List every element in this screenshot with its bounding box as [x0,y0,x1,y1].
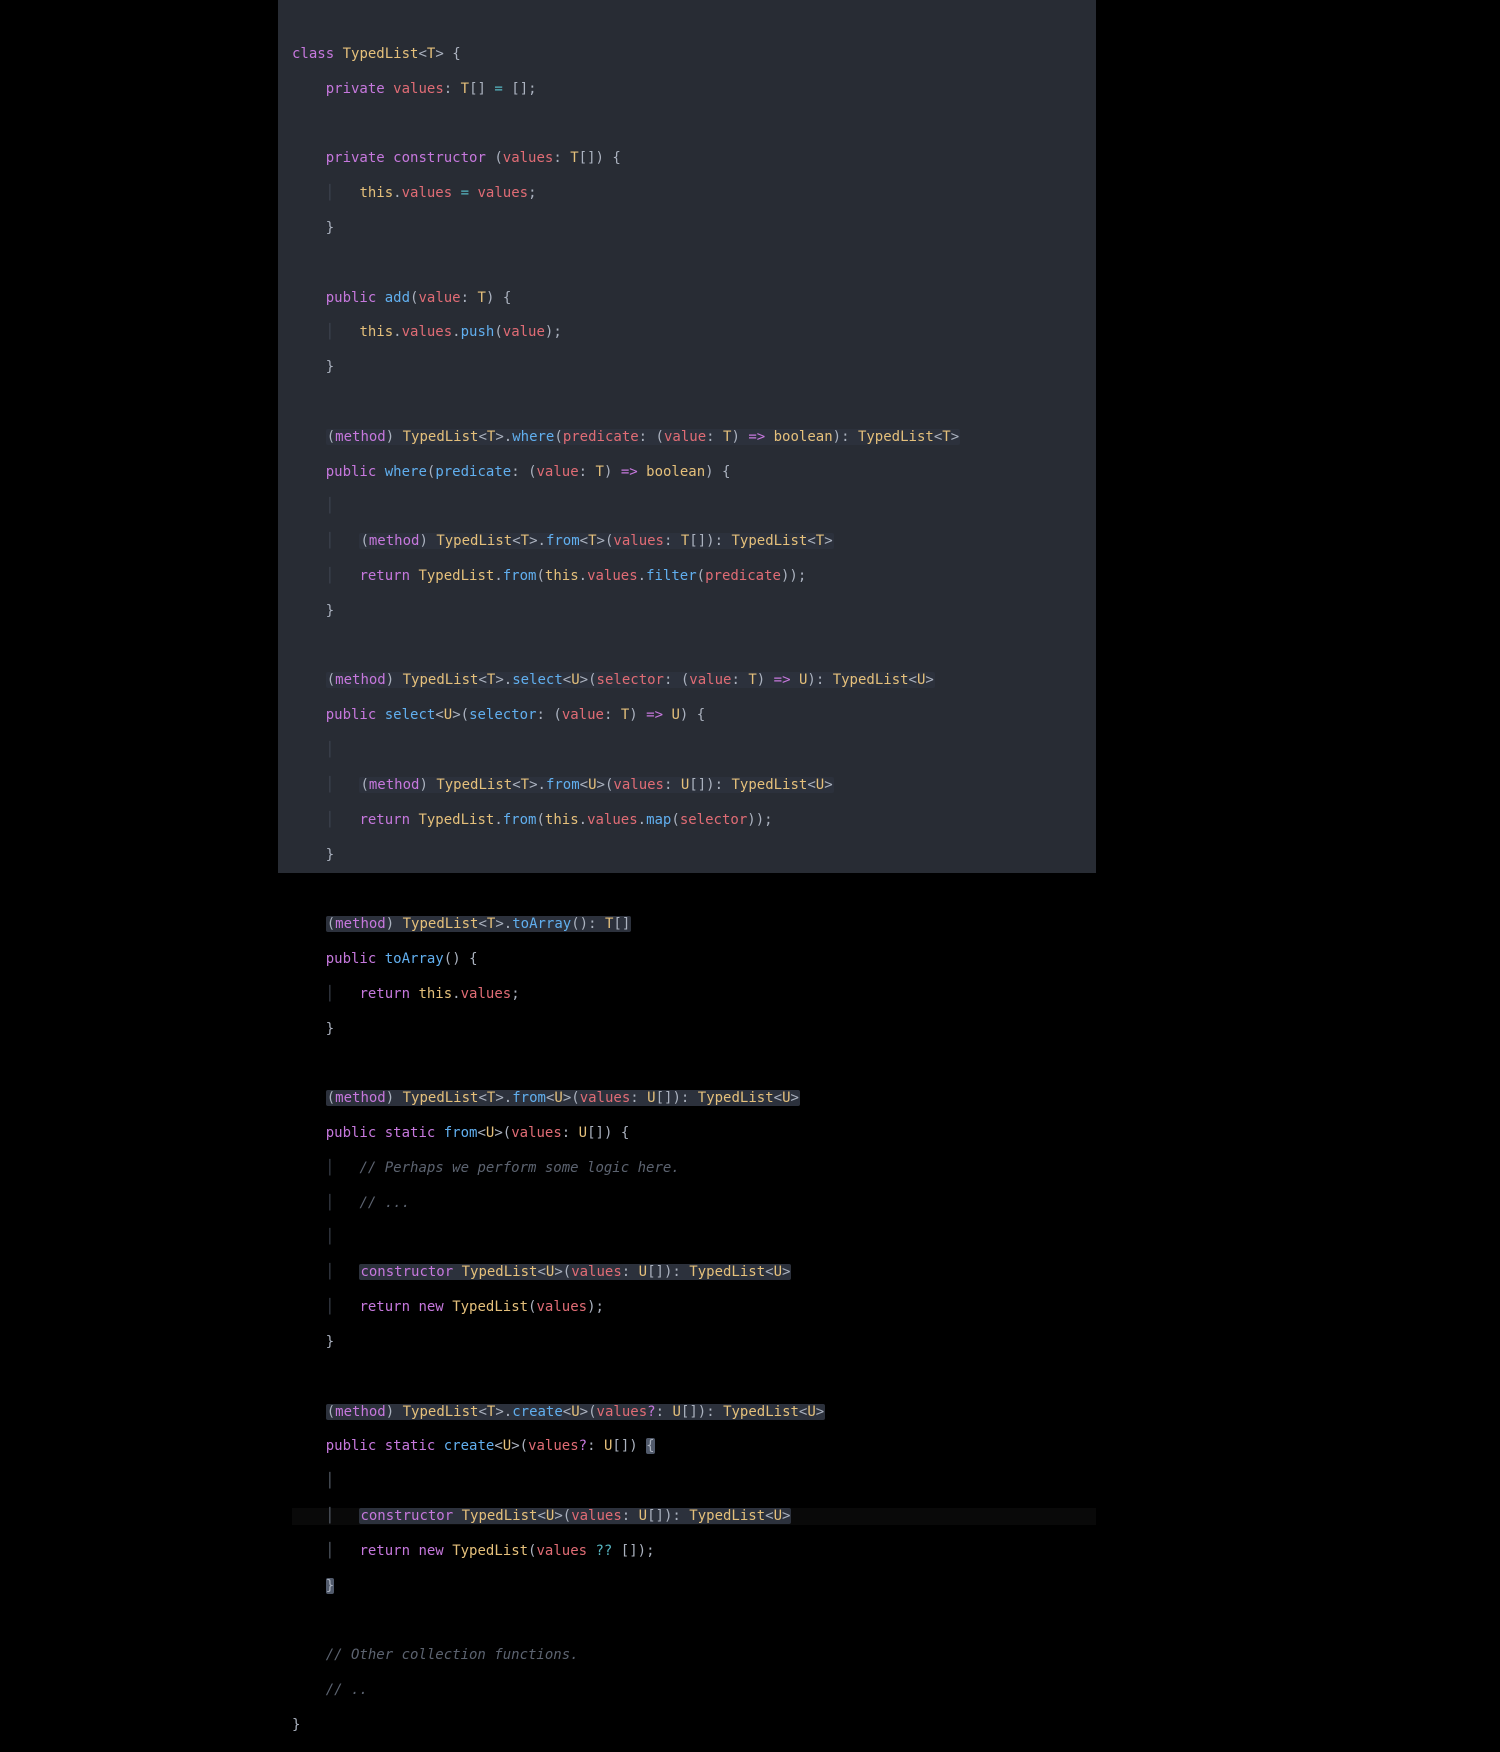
code-line: │ return new TypedList(values); [292,1299,1096,1316]
blank-line [292,394,1096,411]
code-line: private values: T[] = []; [292,81,1096,98]
code-line: │ this.values = values; [292,185,1096,202]
annotation-line: │ constructor TypedList<U>(values: U[]):… [292,1264,1096,1281]
blank-line [292,1369,1096,1386]
code-line: } [292,359,1096,376]
blank-guide-line: │ [292,1473,1096,1490]
matched-brace: { [646,1438,654,1454]
code-line: │ return this.values; [292,986,1096,1003]
annotation-line: (method) TypedList<T>.from<U>(values: U[… [292,1090,1096,1107]
code-line: public static create<U>(values?: U[]) { [292,1438,1096,1455]
code-line: class TypedList<T> { [292,46,1096,63]
annotation-line: │ (method) TypedList<T>.from<T>(values: … [292,533,1096,550]
annotation-line: │ constructor TypedList<U>(values: U[]):… [292,1508,1096,1525]
code-line: public static from<U>(values: U[]) { [292,1125,1096,1142]
code-line: } [292,847,1096,864]
blank-guide-line: │ [292,498,1096,515]
annotation-line: (method) TypedList<T>.select<U>(selector… [292,672,1096,689]
blank-line [292,881,1096,898]
annotation-line: (method) TypedList<T>.where(predicate: (… [292,429,1096,446]
code-line: │ return TypedList.from(this.values.filt… [292,568,1096,585]
blank-line [292,638,1096,655]
code-line: │ return new TypedList(values ?? []); [292,1543,1096,1560]
code-line: } [292,1717,1096,1734]
blank-guide-line: │ [292,742,1096,759]
blank-line [292,115,1096,132]
blank-guide-line: │ [292,1229,1096,1246]
code-line: } [292,1578,1096,1595]
code-line: public where(predicate: (value: T) => bo… [292,464,1096,481]
code-line: } [292,1334,1096,1351]
comment-line: // .. [292,1682,1096,1699]
annotation-line: │ (method) TypedList<T>.from<U>(values: … [292,777,1096,794]
code-line: } [292,220,1096,237]
comment-line: │ // ... [292,1195,1096,1212]
classname: TypedList [343,46,419,62]
code-line: public toArray() { [292,951,1096,968]
code-line: private constructor (values: T[]) { [292,150,1096,167]
matched-brace: } [326,1578,334,1594]
code-line: public select<U>(selector: (value: T) =>… [292,707,1096,724]
comment-line: │ // Perhaps we perform some logic here. [292,1160,1096,1177]
code-line: public add(value: T) { [292,290,1096,307]
code-line: } [292,603,1096,620]
blank-line [292,1612,1096,1629]
keyword-class: class [292,46,334,62]
blank-line [292,255,1096,272]
annotation-line: (method) TypedList<T>.create<U>(values?:… [292,1404,1096,1421]
code-line: │ return TypedList.from(this.values.map(… [292,812,1096,829]
code-line: } [292,1021,1096,1038]
code-editor[interactable]: class TypedList<T> { private values: T[]… [278,0,1096,873]
blank-line [292,1055,1096,1072]
code-line: │ this.values.push(value); [292,324,1096,341]
annotation-line: (method) TypedList<T>.toArray(): T[] [292,916,1096,933]
comment-line: // Other collection functions. [292,1647,1096,1664]
